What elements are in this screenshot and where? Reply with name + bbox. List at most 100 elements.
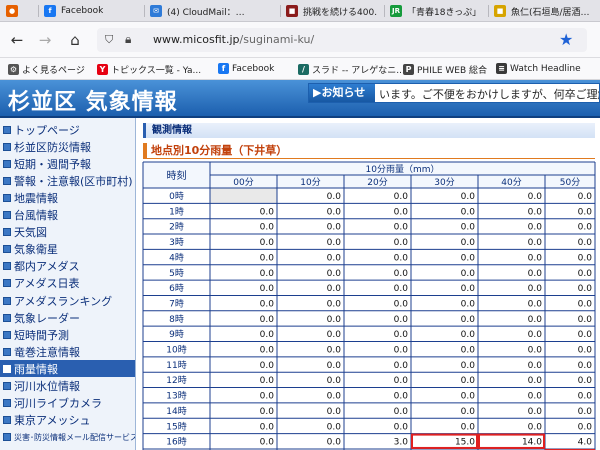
rainfall-value: 0.0 — [260, 392, 275, 402]
browser-tab[interactable]: ■ 魚仁(石垣島/居酒… — [488, 0, 600, 21]
rainfall-value: 0.0 — [260, 330, 275, 340]
sidebar-item[interactable]: 雨量情報 — [0, 360, 135, 378]
rainfall-value: 0.0 — [461, 315, 476, 325]
rainfall-value: 0.0 — [528, 422, 543, 432]
rainfall-value: 0.0 — [260, 407, 275, 417]
rainfall-value: 0.0 — [327, 438, 342, 448]
bullet-square-icon — [3, 125, 11, 134]
rainfall-value: 0.0 — [461, 346, 476, 356]
bookmark-item[interactable]: f Facebook — [218, 63, 274, 74]
bookmark-label: Facebook — [232, 63, 275, 74]
sidebar-item[interactable]: アメダス日表 — [0, 275, 135, 292]
sidebar-item[interactable]: 東京アメッシュ — [0, 412, 135, 429]
sidebar-item-label: 台風情報 — [14, 209, 58, 222]
rainfall-value: 0.0 — [394, 269, 409, 279]
sidebar-item[interactable]: 気象衛星 — [0, 241, 135, 258]
rainfall-value: 0.0 — [578, 361, 593, 371]
sidebar-item[interactable]: トップページ — [0, 121, 135, 138]
rainfall-value: 0.0 — [260, 376, 275, 386]
sidebar-item[interactable]: 短時間予測 — [0, 326, 135, 343]
rainfall-value: 0.0 — [394, 299, 409, 309]
star-bookmark-icon[interactable]: ★ — [559, 30, 573, 49]
sidebar-item[interactable]: 地震情報 — [0, 189, 135, 206]
main-content: 観測情報 地点別10分雨量（下井草） 時刻 10分雨量（mm） 00分 10分 20分 3… — [137, 118, 600, 450]
rainfall-value: 0.0 — [528, 192, 543, 202]
url-bar[interactable]: ⛉ 🔒︎ www.micosfit.jp/suginami-ku/ ★ — [97, 28, 587, 52]
bullet-square-icon — [3, 279, 11, 288]
rainfall-value: 0.0 — [578, 253, 593, 263]
rainfall-value: 0.0 — [528, 392, 543, 402]
bookmark-item[interactable]: ≡ Watch Headline — [496, 63, 581, 74]
bullet-square-icon — [3, 245, 11, 254]
bookmark-item[interactable]: ⚙ よく見るページ — [8, 63, 85, 76]
rainfall-value: 4.0 — [578, 438, 593, 448]
browser-tab-title: 「青春18きっぷ」… — [407, 7, 482, 18]
rainfall-value: 0.0 — [260, 422, 275, 432]
home-icon[interactable]: ⌂ — [66, 31, 84, 49]
browser-tab[interactable]: ✉ (4) CloudMail：… — [144, 0, 274, 21]
rainfall-value: 0.0 — [578, 330, 593, 340]
url-text: www.micosfit.jp/suginami-ku/ — [153, 33, 315, 46]
row-time-label: 5時 — [169, 268, 184, 279]
rainfall-value: 0.0 — [394, 315, 409, 325]
bullet-square-icon — [3, 364, 11, 373]
rainfall-value: 0.0 — [528, 223, 543, 233]
sidebar-item[interactable]: アメダスランキング — [0, 292, 135, 309]
rainfall-value: 0.0 — [578, 407, 593, 417]
rainfall-value: 0.0 — [260, 223, 275, 233]
sidebar-item-label: アメダスランキング — [14, 294, 113, 308]
rainfall-value: 0.0 — [578, 422, 593, 432]
bookmark-item[interactable]: Y トピックス一覧 - Ya... — [97, 63, 201, 76]
rainfall-value: 0.0 — [578, 315, 593, 325]
rainfall-value: 14.0 — [522, 438, 542, 448]
sidebar-item[interactable]: 都内アメダス — [0, 258, 135, 275]
rainfall-value: 0.0 — [461, 376, 476, 386]
rainfall-value: 0.0 — [528, 253, 543, 263]
rainfall-value: 0.0 — [260, 438, 275, 448]
notice-ticker[interactable]: ▶お知らせ います。ご不便をおかけしますが、何卒ご理解の程 — [308, 83, 600, 103]
rainfall-value: 0.0 — [461, 253, 476, 263]
yahoo-icon: Y — [97, 64, 108, 75]
rainfall-value: 0.0 — [578, 376, 593, 386]
sidebar-item[interactable]: 気象レーダー — [0, 309, 135, 326]
sidebar-item-label: 河川水位情報 — [14, 380, 80, 393]
bookmark-item[interactable]: P PHILE WEB 総合 — [403, 63, 487, 76]
sidebar-item[interactable]: 台風情報 — [0, 207, 135, 224]
bullet-square-icon — [3, 330, 11, 339]
sidebar-item[interactable]: 災害･防災情報メール配信サービス — [0, 429, 135, 446]
row-time-label: 3時 — [169, 237, 184, 248]
rainfall-value: 0.0 — [394, 284, 409, 294]
sidebar-item[interactable]: 竜巻注意情報 — [0, 343, 135, 360]
tab-bar: ● f Facebook ✉ (4) CloudMail：… ■ 挑戦を続ける400… JR 「… — [0, 0, 600, 22]
slashdot-icon: / — [298, 64, 309, 75]
browser-tab[interactable]: ■ 挑戦を続ける400… — [280, 0, 378, 21]
bookmark-icon: ■ — [286, 5, 298, 17]
notice-button[interactable]: ▶お知らせ — [309, 84, 375, 102]
lock-icon[interactable]: 🔒︎ — [125, 32, 131, 47]
site-title[interactable]: 杉並区 気象情報 — [8, 84, 178, 116]
sidebar-item[interactable]: 天気図 — [0, 224, 135, 241]
sidebar-item[interactable]: 河川ライブカメラ — [0, 395, 135, 412]
bookmark-item[interactable]: / スラド -- アレゲなニ... — [298, 63, 405, 76]
sidebar-item[interactable]: 警報・注意報(区市町村) — [0, 172, 135, 189]
empty-cell — [210, 188, 277, 204]
sidebar-item[interactable]: 河川水位情報 — [0, 378, 135, 395]
browser-tab[interactable]: f Facebook — [38, 0, 138, 21]
sidebar-item[interactable]: 短期・週間予報 — [0, 155, 135, 172]
rainfall-value: 0.0 — [394, 192, 409, 202]
browser-tab-title: (4) CloudMail：… — [167, 7, 245, 18]
row-time-label: 10時 — [166, 345, 186, 356]
rainfall-value: 3.0 — [394, 438, 409, 448]
forward-arrow-icon[interactable]: → — [36, 31, 54, 49]
sidebar-item-label: 杉並区防災情報 — [14, 140, 91, 154]
rainfall-value: 0.0 — [260, 253, 275, 263]
browser-tab[interactable]: JR 「青春18きっぷ」… — [384, 0, 482, 21]
row-time-label: 16時 — [166, 437, 186, 448]
bullet-square-icon — [3, 159, 11, 168]
back-arrow-icon[interactable]: ← — [8, 31, 26, 49]
rainfall-value: 0.0 — [578, 284, 593, 294]
sidebar-item[interactable]: 杉並区防災情報 — [0, 138, 135, 155]
browser-tab[interactable]: ● — [0, 0, 26, 21]
rainfall-value: 0.0 — [260, 299, 275, 309]
shield-icon[interactable]: ⛉ — [105, 33, 113, 47]
